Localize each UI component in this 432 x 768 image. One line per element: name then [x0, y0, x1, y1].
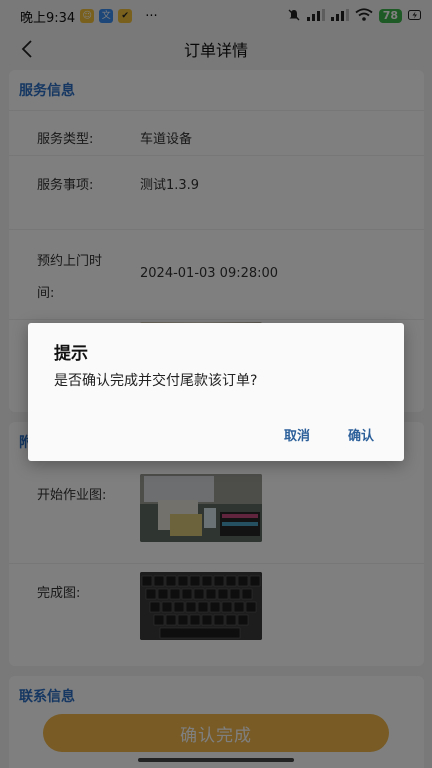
- confirm-dialog: 提示 是否确认完成并交付尾款该订单? 取消 确认: [28, 323, 404, 461]
- dialog-actions: 取消 确认: [284, 425, 374, 444]
- dialog-message: 是否确认完成并交付尾款该订单?: [54, 373, 258, 389]
- confirm-button[interactable]: 确认: [348, 425, 374, 444]
- dialog-title: 提示: [54, 344, 88, 364]
- home-indicator: [138, 758, 294, 762]
- cancel-button[interactable]: 取消: [284, 425, 310, 444]
